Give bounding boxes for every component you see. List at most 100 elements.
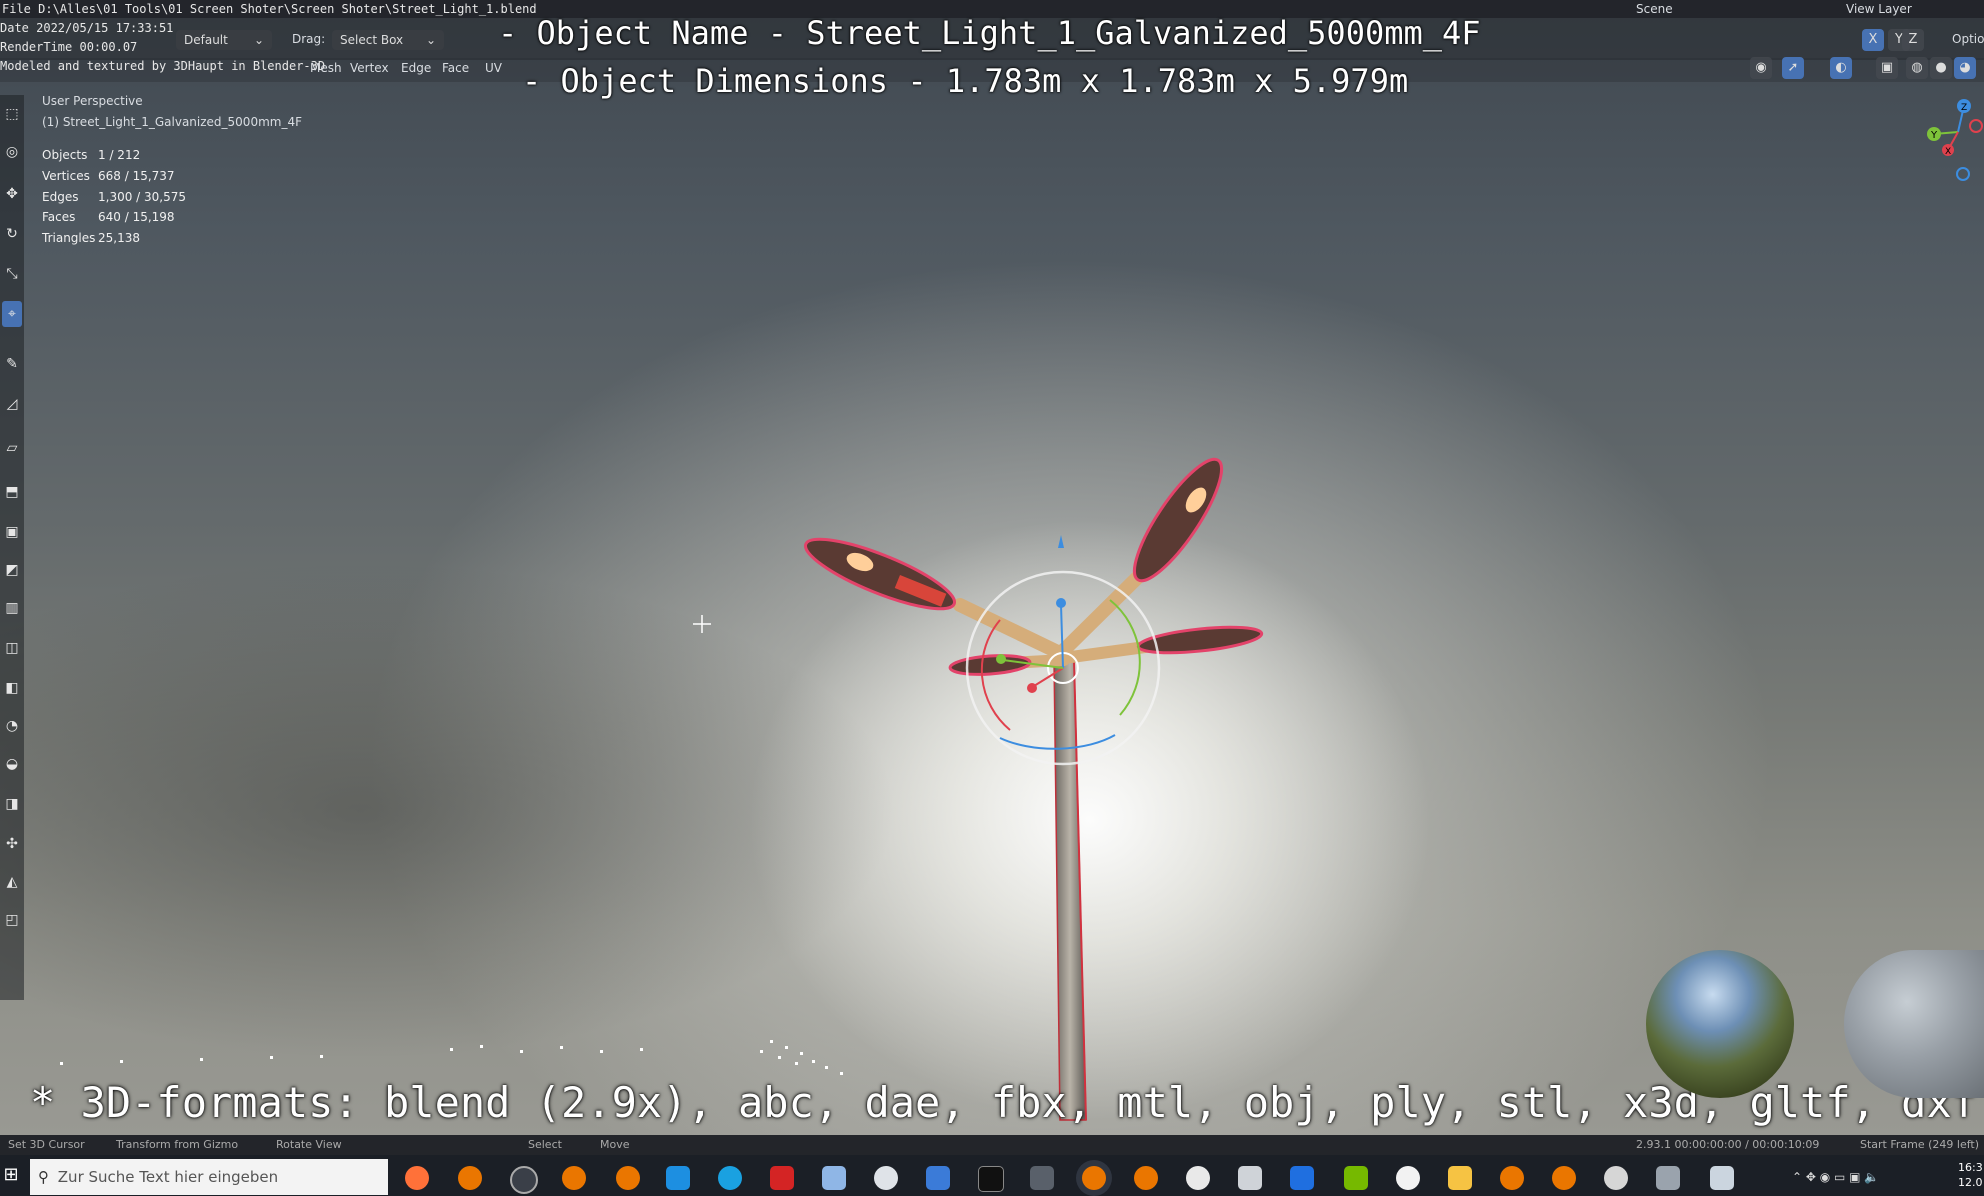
menu-face[interactable]: Face — [442, 61, 469, 75]
studio-preview-sphere[interactable] — [1844, 950, 1984, 1098]
xray-icon[interactable]: ▣ — [1876, 57, 1898, 79]
overlays-icon[interactable]: ◐ — [1830, 57, 1852, 79]
calendar-icon[interactable] — [1290, 1166, 1314, 1190]
object-name-overlay: - Object Name - Street_Light_1_Galvanize… — [498, 14, 1481, 52]
visibility-icon[interactable]: ◉ — [1750, 57, 1772, 79]
ground-mesh-points — [60, 1040, 843, 1075]
orientation-dropdown-label: Default — [184, 33, 228, 47]
shear-tool-icon[interactable]: ◭ — [2, 869, 22, 895]
measure-tool-icon[interactable]: ◿ — [2, 391, 22, 417]
blender-active-icon[interactable] — [1082, 1166, 1106, 1190]
stat-value: 25,138 — [98, 231, 140, 245]
file-path: File D:\Alles\01 Tools\01 Screen Shoter\… — [2, 2, 537, 16]
windows-start-icon[interactable]: ⊞ — [0, 1164, 22, 1188]
extrude-tool-icon[interactable]: ⬒ — [2, 479, 22, 505]
menu-edge[interactable]: Edge — [401, 61, 431, 75]
status-move: Move — [600, 1138, 630, 1151]
menu-vertex[interactable]: Vertex — [350, 61, 389, 75]
settings-gear-icon[interactable] — [1604, 1166, 1628, 1190]
object-dimensions-overlay: - Object Dimensions - 1.783m x 1.783m x … — [522, 62, 1409, 100]
inset-tool-icon[interactable]: ▣ — [2, 519, 22, 545]
date-label: Date 2022/05/15 17:33:51 — [0, 21, 174, 35]
scene-selector[interactable]: Scene — [1636, 2, 1673, 16]
blender-icon[interactable] — [562, 1166, 586, 1190]
blender-icon[interactable] — [616, 1166, 640, 1190]
navigation-gizmo[interactable]: Y X Z — [1914, 92, 1984, 182]
gizmo-toggle-icon[interactable]: ➚ — [1782, 57, 1804, 79]
panda-icon[interactable] — [1186, 1166, 1210, 1190]
wireframe-shading-icon[interactable]: ◍ — [1906, 57, 1928, 79]
cursor-tool-icon[interactable]: ◎ — [2, 139, 22, 165]
stat-label: Edges — [42, 190, 79, 204]
store-icon[interactable] — [926, 1166, 950, 1190]
edge-slide-tool-icon[interactable]: ◨ — [2, 791, 22, 817]
view-layer-selector[interactable]: View Layer — [1846, 2, 1912, 16]
stat-label: Triangles — [42, 231, 96, 245]
nvidia-icon[interactable] — [1344, 1166, 1368, 1190]
cube-icon[interactable] — [1238, 1166, 1262, 1190]
move-tool-icon[interactable]: ✥ — [2, 181, 22, 207]
blender-icon[interactable] — [458, 1166, 482, 1190]
svg-text:Y: Y — [1930, 130, 1938, 141]
select-box-tool-icon[interactable]: ⬚ — [2, 101, 22, 127]
taskbar-search-box[interactable]: ⚲ Zur Suche Text hier eingeben — [30, 1159, 388, 1195]
app-icon[interactable] — [1030, 1166, 1054, 1190]
knife-tool-icon[interactable]: ◫ — [2, 635, 22, 661]
mail-icon[interactable] — [666, 1166, 690, 1190]
tray-icons[interactable]: ⌃ ✥ ◉ ▭ ▣ 🔈 — [1792, 1170, 1879, 1184]
drag-dropdown-label: Select Box — [340, 33, 404, 47]
chevron-down-icon: ⌄ — [425, 33, 436, 47]
paint-icon[interactable] — [874, 1166, 898, 1190]
add-cube-tool-icon[interactable]: ▱ — [2, 435, 22, 461]
blender-icon[interactable] — [1134, 1166, 1158, 1190]
status-transform: Transform from Gizmo — [116, 1138, 239, 1151]
bevel-tool-icon[interactable]: ◩ — [2, 557, 22, 583]
clock-app-icon[interactable] — [1396, 1166, 1420, 1190]
lamp-head-back — [1132, 457, 1224, 583]
status-rotate: Rotate View — [276, 1138, 342, 1151]
search-placeholder: Zur Suche Text hier eingeben — [57, 1168, 279, 1186]
poly-build-tool-icon[interactable]: ◧ — [2, 675, 22, 701]
scale-tool-icon[interactable]: ⤡ — [2, 261, 22, 287]
terminal-icon[interactable] — [978, 1166, 1004, 1192]
drag-dropdown[interactable]: Select Box ⌄ — [332, 30, 444, 50]
options-button[interactable]: Optio — [1952, 32, 1984, 46]
taskbar-clock[interactable]: 16:3 12.0 — [1958, 1160, 1983, 1190]
app-icon[interactable] — [770, 1166, 794, 1190]
stat-label: Faces — [42, 210, 76, 224]
spin-tool-icon[interactable]: ◔ — [2, 713, 22, 739]
perspective-label: User Perspective — [42, 94, 143, 108]
menu-mesh[interactable]: Mesh — [310, 61, 342, 75]
app-icon[interactable] — [1656, 1166, 1680, 1190]
hdri-preview-sphere[interactable] — [1646, 950, 1794, 1098]
rip-tool-icon[interactable]: ◰ — [2, 907, 22, 933]
annotate-tool-icon[interactable]: ✎ — [2, 351, 22, 377]
mirror-z-toggle[interactable]: Z — [1902, 29, 1924, 51]
app-icon[interactable] — [1710, 1166, 1734, 1190]
solid-shading-icon[interactable]: ● — [1930, 57, 1952, 79]
active-object-label: (1) Street_Light_1_Galvanized_5000mm_4F — [42, 115, 302, 129]
lamp-head-left — [803, 537, 957, 611]
blender-icon[interactable] — [1500, 1166, 1524, 1190]
drag-label: Drag: — [292, 32, 326, 46]
svg-text:X: X — [1945, 147, 1951, 157]
firefox-icon[interactable] — [405, 1166, 429, 1190]
mirror-x-toggle[interactable]: X — [1862, 29, 1884, 51]
rotate-tool-icon[interactable]: ↻ — [2, 221, 22, 247]
orientation-dropdown[interactable]: Default ⌄ — [176, 30, 272, 50]
edge-browser-icon[interactable] — [718, 1166, 742, 1190]
blender-icon[interactable] — [1552, 1166, 1576, 1190]
status-select: Select — [528, 1138, 562, 1151]
stat-value: 668 / 15,737 — [98, 169, 175, 183]
loop-cut-tool-icon[interactable]: ▥ — [2, 595, 22, 621]
status-version-time: 2.93.1 00:00:00:00 / 00:00:10:09 — [1636, 1138, 1820, 1151]
notes-icon[interactable] — [822, 1166, 846, 1190]
smooth-tool-icon[interactable]: ◒ — [2, 751, 22, 777]
obs-icon[interactable] — [510, 1166, 538, 1194]
shrink-fatten-tool-icon[interactable]: ✣ — [2, 831, 22, 857]
stat-value: 1,300 / 30,575 — [98, 190, 187, 204]
material-shading-icon[interactable]: ◕ — [1954, 57, 1976, 79]
menu-uv[interactable]: UV — [485, 61, 502, 75]
transform-tool-icon[interactable]: ⌖ — [2, 301, 22, 327]
folder-icon[interactable] — [1448, 1166, 1472, 1190]
